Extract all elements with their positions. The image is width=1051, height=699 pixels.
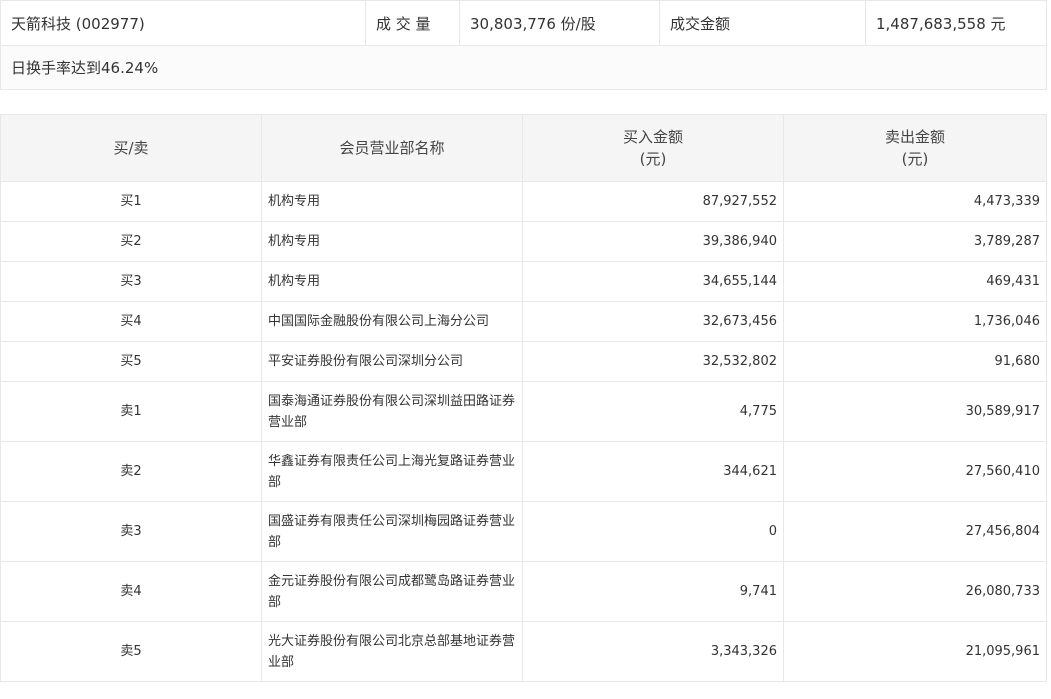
sell-amount-cell: 469,431 — [783, 261, 1047, 302]
broker-table: 买/卖 会员营业部名称 买入金额 (元) 卖出金额 (元) 买1 机构专用 87… — [0, 114, 1047, 682]
header-buy-label: 买入金额 — [622, 128, 683, 146]
buy-amount-cell: 32,532,802 — [522, 341, 784, 382]
side-cell: 卖3 — [0, 501, 262, 562]
header-buy: 买入金额 (元) — [522, 114, 784, 182]
volume-label: 成 交 量 — [365, 0, 460, 46]
sell-amount-cell: 21,095,961 — [783, 621, 1047, 682]
header-side-label: 买/卖 — [113, 139, 149, 157]
header-name: 会员营业部名称 — [261, 114, 523, 182]
sell-amount-cell: 27,560,410 — [783, 441, 1047, 502]
broker-name-cell: 国泰海通证券股份有限公司深圳益田路证券营业部 — [261, 381, 523, 442]
buy-amount-cell: 87,927,552 — [522, 181, 784, 222]
sell-amount-cell: 27,456,804 — [783, 501, 1047, 562]
sell-amount-cell: 1,736,046 — [783, 301, 1047, 342]
buy-amount-cell: 0 — [522, 501, 784, 562]
buy-amount-cell: 9,741 — [522, 561, 784, 622]
side-cell: 买3 — [0, 261, 262, 302]
volume-value: 30,803,776 份/股 — [459, 0, 660, 46]
table-row: 买1 机构专用 87,927,552 4,473,339 — [0, 181, 1047, 222]
broker-name-cell: 中国国际金融股份有限公司上海分公司 — [261, 301, 523, 342]
summary-row: 天箭科技 (002977) 成 交 量 30,803,776 份/股 成交金额 … — [0, 0, 1047, 46]
table-row: 买2 机构专用 39,386,940 3,789,287 — [0, 221, 1047, 262]
broker-name-cell: 机构专用 — [261, 221, 523, 262]
amount-value: 1,487,683,558 元 — [865, 0, 1047, 46]
broker-name-cell: 机构专用 — [261, 181, 523, 222]
sell-amount-cell: 30,589,917 — [783, 381, 1047, 442]
header-sell: 卖出金额 (元) — [783, 114, 1047, 182]
header-name-label: 会员营业部名称 — [339, 139, 445, 157]
header-sell-label: 卖出金额 — [884, 128, 945, 146]
turnover-note: 日换手率达到46.24% — [0, 45, 1047, 90]
sell-amount-cell: 4,473,339 — [783, 181, 1047, 222]
amount-label: 成交金额 — [659, 0, 866, 46]
side-cell: 买5 — [0, 341, 262, 382]
summary-table: 天箭科技 (002977) 成 交 量 30,803,776 份/股 成交金额 … — [0, 0, 1047, 90]
stock-name: 天箭科技 (002977) — [0, 0, 366, 46]
table-row: 卖5 光大证券股份有限公司北京总部基地证券营业部 3,343,326 21,09… — [0, 621, 1047, 682]
header-sell-unit: (元) — [901, 150, 929, 168]
side-cell: 买2 — [0, 221, 262, 262]
side-cell: 卖4 — [0, 561, 262, 622]
page: 天箭科技 (002977) 成 交 量 30,803,776 份/股 成交金额 … — [0, 0, 1051, 699]
header-row: 买/卖 会员营业部名称 买入金额 (元) 卖出金额 (元) — [0, 114, 1047, 182]
table-row: 卖3 国盛证券有限责任公司深圳梅园路证券营业部 0 27,456,804 — [0, 501, 1047, 562]
buy-amount-cell: 39,386,940 — [522, 221, 784, 262]
buy-amount-cell: 344,621 — [522, 441, 784, 502]
table-row: 卖1 国泰海通证券股份有限公司深圳益田路证券营业部 4,775 30,589,9… — [0, 381, 1047, 442]
broker-name-cell: 机构专用 — [261, 261, 523, 302]
table-row: 买3 机构专用 34,655,144 469,431 — [0, 261, 1047, 302]
side-cell: 卖2 — [0, 441, 262, 502]
buy-amount-cell: 4,775 — [522, 381, 784, 442]
sell-amount-cell: 3,789,287 — [783, 221, 1047, 262]
buy-amount-cell: 3,343,326 — [522, 621, 784, 682]
broker-name-cell: 金元证券股份有限公司成都鹭岛路证券营业部 — [261, 561, 523, 622]
turnover-row: 日换手率达到46.24% — [0, 45, 1047, 90]
sell-amount-cell: 91,680 — [783, 341, 1047, 382]
sell-amount-cell: 26,080,733 — [783, 561, 1047, 622]
table-row: 买5 平安证券股份有限公司深圳分公司 32,532,802 91,680 — [0, 341, 1047, 382]
broker-name-cell: 国盛证券有限责任公司深圳梅园路证券营业部 — [261, 501, 523, 562]
broker-name-cell: 平安证券股份有限公司深圳分公司 — [261, 341, 523, 382]
broker-name-cell: 光大证券股份有限公司北京总部基地证券营业部 — [261, 621, 523, 682]
table-row: 卖2 华鑫证券有限责任公司上海光复路证券营业部 344,621 27,560,4… — [0, 441, 1047, 502]
side-cell: 买1 — [0, 181, 262, 222]
header-buy-unit: (元) — [639, 150, 667, 168]
buy-amount-cell: 34,655,144 — [522, 261, 784, 302]
broker-name-cell: 华鑫证券有限责任公司上海光复路证券营业部 — [261, 441, 523, 502]
table-row: 卖4 金元证券股份有限公司成都鹭岛路证券营业部 9,741 26,080,733 — [0, 561, 1047, 622]
table-row: 买4 中国国际金融股份有限公司上海分公司 32,673,456 1,736,04… — [0, 301, 1047, 342]
side-cell: 卖5 — [0, 621, 262, 682]
buy-amount-cell: 32,673,456 — [522, 301, 784, 342]
side-cell: 卖1 — [0, 381, 262, 442]
header-side: 买/卖 — [0, 114, 262, 182]
side-cell: 买4 — [0, 301, 262, 342]
